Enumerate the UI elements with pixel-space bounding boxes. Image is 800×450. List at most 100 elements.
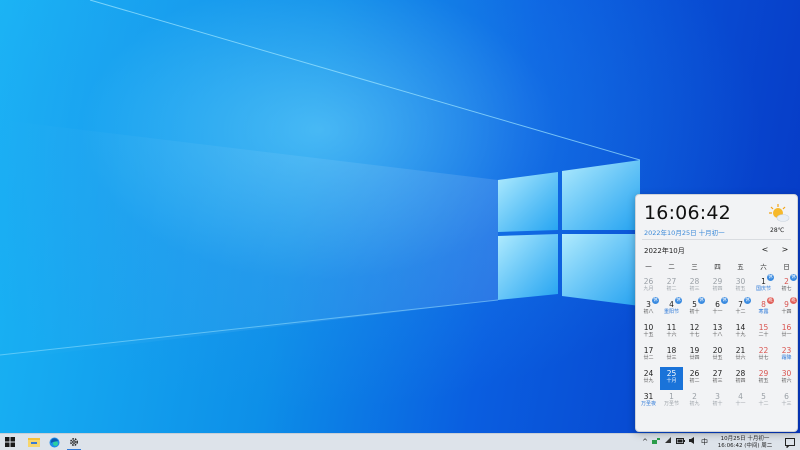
volume-icon[interactable] xyxy=(687,434,699,450)
day-number: 11 xyxy=(666,323,677,332)
weekday-label: 三 xyxy=(691,263,698,271)
calendar-day[interactable]: 19 廿四 xyxy=(683,344,706,367)
lunar-date: 十二 xyxy=(758,401,769,407)
lunar-date: 二十 xyxy=(758,332,769,338)
calendar-day[interactable]: 13 十八 xyxy=(706,321,729,344)
calendar-day[interactable]: 6 十一休 xyxy=(706,297,729,321)
network-status-icon[interactable] xyxy=(650,434,662,450)
calendar-day[interactable]: 5 初十休 xyxy=(683,297,706,321)
weekday-label: 二 xyxy=(668,263,675,271)
calendar-day[interactable]: 5 十二 xyxy=(752,390,775,413)
settings-button[interactable] xyxy=(64,434,84,450)
prev-month-button[interactable]: < xyxy=(760,245,770,254)
action-center-button[interactable] xyxy=(780,434,800,450)
calendar-day[interactable]: 31 万圣夜 xyxy=(637,390,660,413)
calendar-day[interactable]: 10 十五 xyxy=(637,321,660,344)
current-date-lunar: 2022年10月25日 十月初一 xyxy=(644,229,725,237)
lunar-date: 廿五 xyxy=(712,355,723,361)
day-number: 16 xyxy=(781,323,792,332)
calendar-day[interactable]: 7 十二休 xyxy=(729,297,752,321)
weekday-header: 一二三四五六日 xyxy=(637,261,797,271)
battery-icon[interactable] xyxy=(674,434,687,450)
lunar-date: 十五 xyxy=(643,332,654,338)
calendar-day[interactable]: 24 廿九 xyxy=(637,367,660,390)
chevron-up-icon[interactable]: ^ xyxy=(640,434,650,450)
day-number: 31 xyxy=(643,392,654,401)
calendar-week-row: 24 廿九 25 十月 26 初二 27 初三 28 初四 29 初五 30 初六 xyxy=(637,367,797,390)
day-number: 4 xyxy=(738,392,743,401)
calendar-day[interactable]: 12 十七 xyxy=(683,321,706,344)
lunar-date: 十七 xyxy=(689,332,700,338)
holiday-badge: 休 xyxy=(698,297,705,304)
calendar-day[interactable]: 26 初二 xyxy=(683,367,706,390)
calendar-day[interactable]: 8 寒露班 xyxy=(752,297,775,321)
calendar-day[interactable]: 23 霜降 xyxy=(775,344,797,367)
lunar-date: 初七 xyxy=(781,286,792,292)
calendar-day[interactable]: 11 十六 xyxy=(660,321,683,344)
calendar-day[interactable]: 14 十九 xyxy=(729,321,752,344)
wifi-icon[interactable] xyxy=(662,434,674,450)
calendar-day[interactable]: 20 廿五 xyxy=(706,344,729,367)
lunar-date: 初五 xyxy=(758,378,769,384)
day-number: 26 xyxy=(689,369,700,378)
weekday-label: 五 xyxy=(737,263,744,271)
calendar-day[interactable]: 29 初五 xyxy=(752,367,775,390)
calendar-day[interactable]: 6 十三 xyxy=(775,390,797,413)
calendar-day[interactable]: 30 初五 xyxy=(729,275,752,298)
calendar-day[interactable]: 1 国庆节休 xyxy=(752,274,775,298)
calendar-day[interactable]: 3 初八休 xyxy=(637,297,660,321)
calendar-day[interactable]: 27 初二 xyxy=(660,275,683,298)
calendar-day[interactable]: 28 初三 xyxy=(683,275,706,298)
holiday-badge: 休 xyxy=(744,297,751,304)
calendar-day[interactable]: 30 初六 xyxy=(775,367,797,390)
day-number: 30 xyxy=(781,369,792,378)
calendar-day[interactable]: 4 重阳节休 xyxy=(660,297,683,321)
lunar-date: 重阳节 xyxy=(663,309,679,315)
edge-button[interactable] xyxy=(44,434,64,450)
start-button[interactable] xyxy=(0,434,20,450)
lunar-date: 十四 xyxy=(781,309,792,315)
calendar-day[interactable]: 22 廿七 xyxy=(752,344,775,367)
lunar-date: 十二 xyxy=(735,309,746,315)
calendar-day[interactable]: 1 万圣节 xyxy=(660,390,683,413)
calendar-day[interactable]: 18 廿三 xyxy=(660,344,683,367)
lunar-date: 初八 xyxy=(643,309,654,315)
notification-icon xyxy=(785,437,795,448)
calendar-day[interactable]: 16 廿一 xyxy=(775,321,797,344)
day-number: 17 xyxy=(643,346,654,355)
calendar-day[interactable]: 17 廿二 xyxy=(637,344,660,367)
lunar-date: 霜降 xyxy=(781,355,792,361)
weekday-label: 四 xyxy=(714,263,721,271)
calendar-day[interactable]: 15 二十 xyxy=(752,321,775,344)
day-number: 29 xyxy=(712,277,723,286)
calendar-flyout: 16:06:42 2022年10月25日 十月初一 28℃ 2022年10月 <… xyxy=(635,194,798,432)
calendar-day[interactable]: 4 十一 xyxy=(729,390,752,413)
next-month-button[interactable]: > xyxy=(780,245,790,254)
calendar-day[interactable]: 27 初三 xyxy=(706,367,729,390)
day-number: 27 xyxy=(666,277,677,286)
taskbar-clock[interactable]: 10月25日 十月初一 16:06:42 (中间) 周二 xyxy=(710,436,780,450)
day-number: 3 xyxy=(715,392,720,401)
lunar-date: 廿九 xyxy=(643,378,654,384)
calendar-day[interactable]: 21 廿六 xyxy=(729,344,752,367)
calendar-day[interactable]: 9 十四班 xyxy=(775,297,797,321)
calendar-day[interactable]: 28 初四 xyxy=(729,367,752,390)
calendar-day[interactable]: 2 初九 xyxy=(683,390,706,413)
calendar-day[interactable]: 26 九月 xyxy=(637,275,660,298)
day-number: 15 xyxy=(758,323,769,332)
calendar-day[interactable]: 29 初四 xyxy=(706,275,729,298)
calendar-day[interactable]: 2 初七休 xyxy=(775,274,797,298)
file-explorer-button[interactable] xyxy=(24,434,44,450)
lunar-date: 初十 xyxy=(712,401,723,407)
month-title[interactable]: 2022年10月 xyxy=(644,246,685,256)
sun-cloud-icon[interactable] xyxy=(768,203,790,227)
day-number: 18 xyxy=(666,346,677,355)
lunar-date: 廿六 xyxy=(735,355,746,361)
calendar-day[interactable]: 3 初十 xyxy=(706,390,729,413)
day-number: 1 xyxy=(669,392,674,401)
calendar-day-today[interactable]: 25 十月 xyxy=(660,367,683,390)
lunar-date: 初十 xyxy=(689,309,700,315)
ime-indicator[interactable]: 中 xyxy=(699,434,710,450)
lunar-date: 初二 xyxy=(666,286,677,292)
weekday-label: 一 xyxy=(645,263,652,271)
